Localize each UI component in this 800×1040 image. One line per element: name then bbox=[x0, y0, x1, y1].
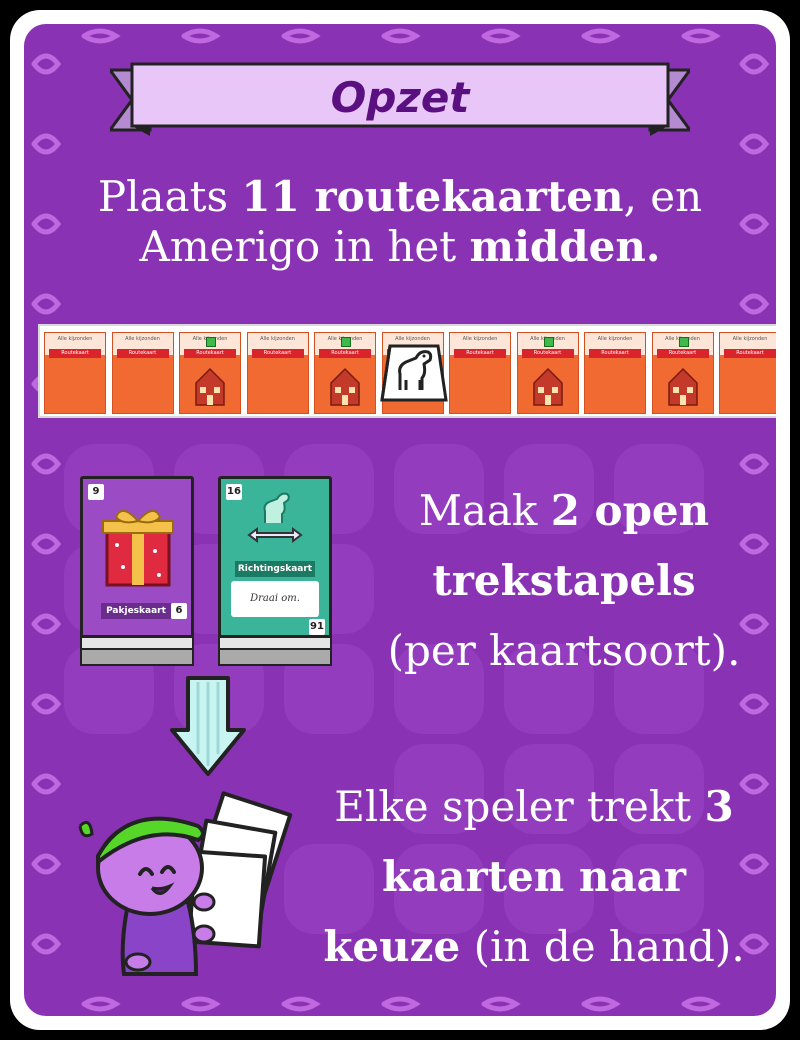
horse-icon bbox=[380, 344, 448, 402]
pile-layer bbox=[218, 648, 332, 666]
down-arrow-icon bbox=[170, 676, 246, 776]
route-card: Alle kijzondenRoutekaart bbox=[179, 332, 241, 414]
gift-icon bbox=[102, 510, 174, 587]
gift-icon bbox=[206, 337, 216, 347]
route-card-header: Alle kijzonden bbox=[732, 336, 768, 342]
route-card: Alle kijzonden Routekaart bbox=[246, 332, 309, 414]
text-run: 2 open bbox=[550, 486, 710, 535]
text-run: (in de hand). bbox=[460, 922, 745, 971]
piet-character-icon bbox=[78, 791, 293, 976]
text-run: Amerigo in het bbox=[139, 222, 470, 272]
pakjes-card[interactable]: 9 Pakjeskaart 6 bbox=[80, 476, 194, 638]
step2-text: Maak 2 open trekstapels (per kaartsoort)… bbox=[354, 476, 774, 686]
route-card-header: Alle kijzonden bbox=[57, 336, 93, 342]
route-card-ribbon: Routekaart bbox=[49, 349, 101, 358]
richting-text: Draai om. bbox=[231, 581, 319, 617]
gift-icon bbox=[543, 337, 554, 347]
text-run: 3 bbox=[704, 782, 734, 831]
text-run: keuze bbox=[323, 922, 461, 971]
text-run: , en bbox=[623, 172, 703, 221]
text-run: 11 routekaarten bbox=[241, 172, 624, 221]
step3-line3: keuze (in de hand). bbox=[299, 912, 769, 982]
route-card-header: Alle kijzonden bbox=[260, 336, 295, 342]
richting-card[interactable]: 16 Richtingskaart Draai om. 91 bbox=[218, 476, 332, 638]
richting-draw-pile[interactable]: 16 Richtingskaart Draai om. 91 bbox=[218, 476, 332, 666]
route-card: Alle kijzonden Routekaart bbox=[584, 332, 646, 414]
text-run: Plaats bbox=[97, 172, 242, 221]
pakjes-draw-pile[interactable]: 9 Pakjeskaart 6 bbox=[80, 476, 194, 666]
text-run: Maak bbox=[418, 486, 551, 535]
text-run: trekstapels bbox=[432, 556, 696, 605]
horse-arrow-icon bbox=[247, 492, 303, 543]
step3-text: Elke speler trekt 3 kaarten naar keuze (… bbox=[299, 772, 769, 982]
route-card-header: Alle kijzonden bbox=[462, 336, 498, 342]
route-card: Alle kijzonden Routekaart bbox=[111, 332, 174, 414]
route-card-ribbon: Routekaart bbox=[724, 349, 776, 358]
gift-icon bbox=[341, 337, 351, 347]
step2-line1: Maak 2 open bbox=[354, 476, 774, 546]
route-card: Alle kijzondenRoutekaart bbox=[516, 332, 579, 414]
route-card-ribbon: Routekaart bbox=[589, 349, 641, 358]
text-run: kaarten naar bbox=[381, 852, 687, 901]
step3-line2: kaarten naar bbox=[299, 842, 769, 912]
page-title: Opzet bbox=[330, 73, 470, 122]
text-run: Elke speler trekt bbox=[334, 782, 705, 831]
step3-line1: Elke speler trekt 3 bbox=[299, 772, 769, 842]
step1-text: Plaats 11 routekaarten, en Amerigo in he… bbox=[24, 172, 776, 273]
route-card: Alle kijzonden Routekaart bbox=[44, 332, 106, 414]
route-card-header: Alle kijzonden bbox=[597, 336, 633, 342]
route-card: Alle kijzondenRoutekaart bbox=[651, 332, 714, 414]
title-banner: Opzet bbox=[107, 60, 693, 140]
pakjes-number-bottom: 6 bbox=[171, 603, 187, 619]
gift-icon bbox=[678, 337, 689, 347]
text-run: midden. bbox=[469, 222, 661, 272]
step2-line2: trekstapels bbox=[354, 546, 774, 616]
step2-line3: (per kaartsoort). bbox=[354, 616, 774, 686]
pile-layer bbox=[80, 648, 194, 666]
route-card: Alle kijzonden Routekaart bbox=[449, 332, 511, 414]
route-card-ribbon: Routekaart bbox=[454, 349, 506, 358]
step1-line1: Plaats 11 routekaarten, en bbox=[24, 172, 776, 222]
route-card: Alle kijzonden Routekaart bbox=[719, 332, 776, 414]
route-card-header: Alle kijzonden bbox=[125, 336, 160, 342]
route-card-ribbon: Routekaart bbox=[251, 349, 304, 358]
pakjes-label: Pakjeskaart bbox=[101, 603, 171, 619]
step1-line2: Amerigo in het midden. bbox=[24, 222, 776, 272]
card-inner: Opzet Plaats 11 routekaarten, en Amerigo… bbox=[24, 24, 776, 1016]
richting-label: Richtingskaart bbox=[235, 561, 315, 577]
route-card: Alle kijzondenRoutekaart bbox=[314, 332, 376, 414]
text-run: (per kaartsoort). bbox=[387, 626, 741, 675]
route-card-ribbon: Routekaart bbox=[116, 349, 169, 358]
richting-number-bottom: 91 bbox=[309, 619, 325, 635]
rule-card: Opzet Plaats 11 routekaarten, en Amerigo… bbox=[10, 10, 790, 1030]
